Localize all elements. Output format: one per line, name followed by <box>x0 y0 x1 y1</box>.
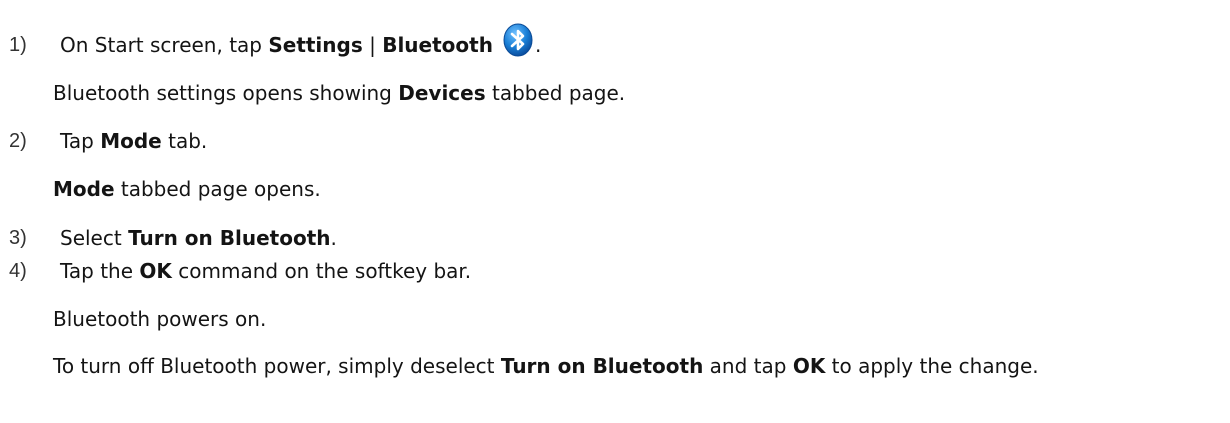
step-2-instruction: Tap Mode tab. <box>60 129 208 153</box>
step-1-result: Bluetooth settings opens showing Devices… <box>53 81 626 105</box>
bluetooth-icon <box>501 23 535 57</box>
step-4-instruction: Tap the OK command on the softkey bar. <box>60 259 472 283</box>
step-1-instruction: On Start screen, tap Settings | Bluetoot… <box>60 23 542 57</box>
bluetooth-label: Bluetooth <box>382 33 493 57</box>
step-1-text-pre: On Start screen, tap <box>60 33 269 57</box>
mode-label: Mode <box>53 177 115 201</box>
settings-label: Settings <box>268 33 363 57</box>
ok-label: OK <box>139 259 172 283</box>
separator: | <box>362 33 383 57</box>
step-number: 3) <box>9 227 27 249</box>
turn-off-note: To turn off Bluetooth power, simply dese… <box>53 354 1039 378</box>
step-number: 1) <box>9 34 27 56</box>
step-number: 2) <box>9 130 27 152</box>
step-2-result: Mode tabbed page opens. <box>53 177 321 201</box>
step-number: 4) <box>9 260 27 282</box>
devices-label: Devices <box>398 81 486 105</box>
step-3-instruction: Select Turn on Bluetooth. <box>60 226 337 250</box>
turn-on-bluetooth-label: Turn on Bluetooth <box>500 354 704 378</box>
step-1-text-post: . <box>534 33 542 57</box>
mode-label: Mode <box>100 129 162 153</box>
turn-on-bluetooth-label: Turn on Bluetooth <box>128 226 331 250</box>
step-4-result: Bluetooth powers on. <box>53 307 267 331</box>
ok-label: OK <box>792 354 826 378</box>
